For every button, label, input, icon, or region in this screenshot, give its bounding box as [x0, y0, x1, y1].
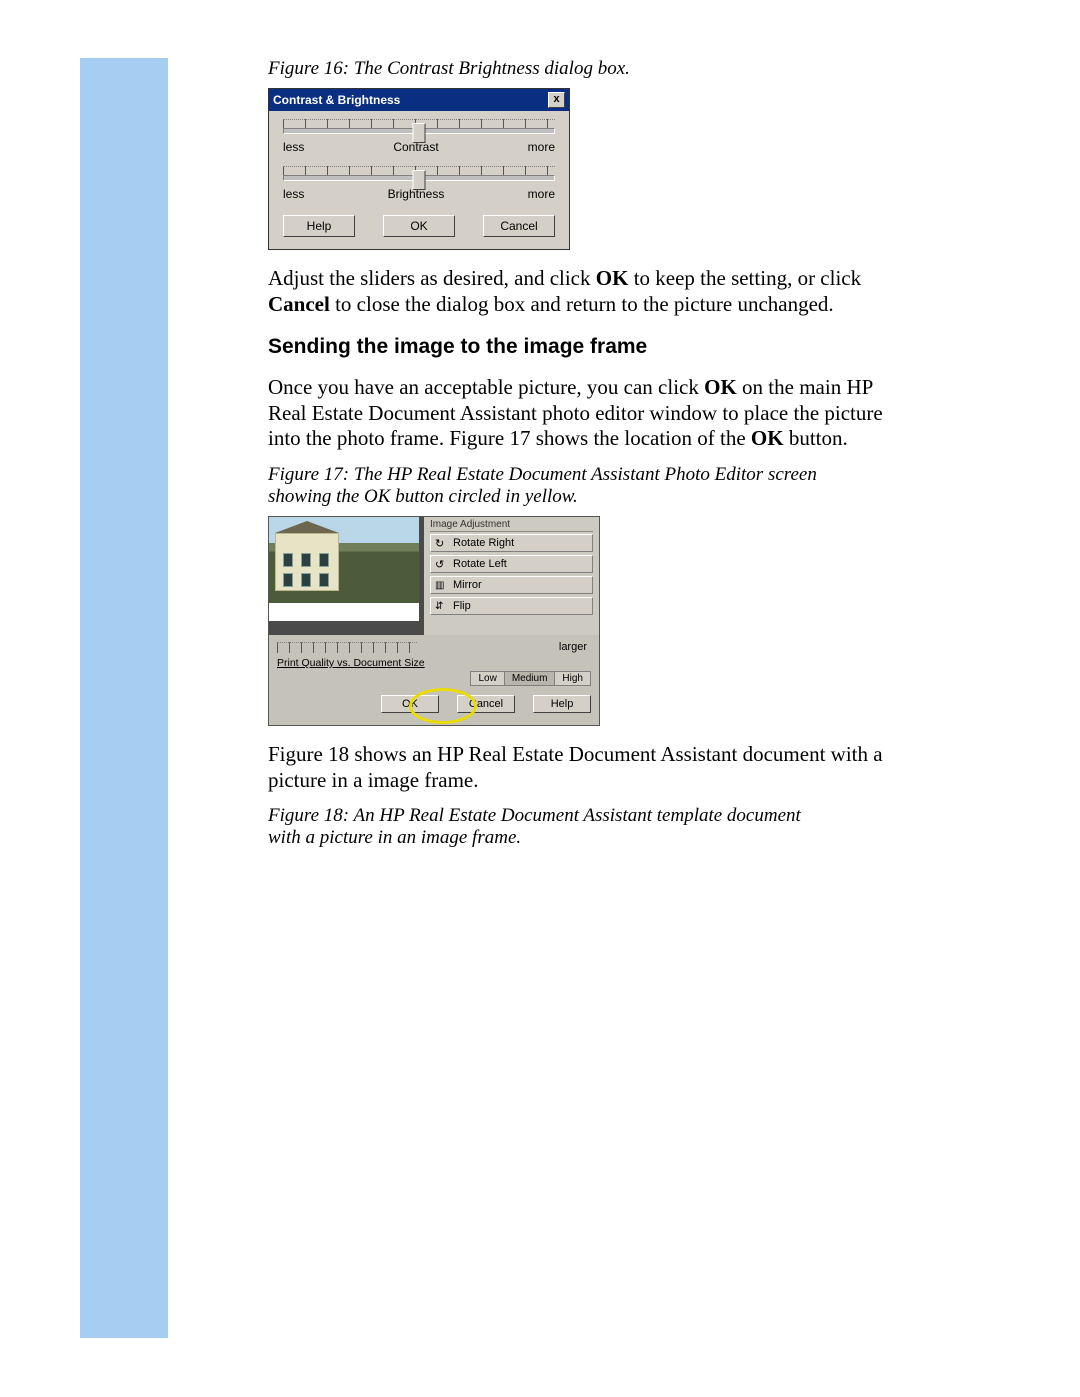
flip-icon — [435, 600, 447, 612]
rotate-right-button[interactable]: Rotate Right — [430, 534, 593, 552]
larger-label: larger — [559, 641, 591, 653]
figure17-caption: Figure 17: The HP Real Estate Document A… — [168, 464, 828, 508]
document-page: Figure 16: The Contrast Brightness dialo… — [0, 0, 1080, 1397]
dialog-button-row: Help OK Cancel — [269, 205, 569, 249]
photo-blank-strip — [269, 603, 419, 621]
paragraph-adjust-sliders: Adjust the sliders as desired, and click… — [168, 266, 888, 317]
paragraph-send-image: Once you have an acceptable picture, you… — [168, 375, 888, 452]
rotate-left-label: Rotate Left — [453, 558, 507, 570]
flip-label: Flip — [453, 600, 471, 612]
cancel-button[interactable]: Cancel — [483, 215, 555, 237]
figure18-caption: Figure 18: An HP Real Estate Document As… — [168, 805, 828, 849]
figure16-caption: Figure 16: The Contrast Brightness dialo… — [168, 58, 888, 80]
mirror-icon — [435, 579, 447, 591]
quality-label: Print Quality vs. Document Size — [277, 657, 591, 669]
contrast-slider-block: less Contrast more — [269, 111, 569, 158]
rotate-right-label: Rotate Right — [453, 537, 514, 549]
contrast-more-label: more — [528, 140, 555, 154]
quality-high[interactable]: High — [555, 672, 590, 685]
quality-segmented[interactable]: Low Medium High — [470, 671, 591, 686]
contrast-thumb[interactable] — [413, 123, 426, 143]
rotate-right-icon — [435, 537, 447, 549]
content-column: Figure 16: The Contrast Brightness dialo… — [168, 58, 888, 857]
editor-cancel-button[interactable]: Cancel — [457, 695, 515, 713]
quality-row: Print Quality vs. Document Size — [269, 655, 599, 671]
quality-medium[interactable]: Medium — [505, 672, 556, 685]
panel-heading: Image Adjustment — [430, 519, 593, 532]
photo-preview-area — [269, 517, 424, 635]
contrast-track[interactable] — [283, 128, 555, 134]
house-photo — [269, 517, 419, 603]
brightness-track[interactable] — [283, 175, 555, 181]
image-adjustment-panel: Image Adjustment Rotate Right Rotate Lef… — [424, 517, 599, 635]
section-heading: Sending the image to the image frame — [168, 335, 888, 359]
mirror-label: Mirror — [453, 579, 482, 591]
editor-help-button[interactable]: Help — [533, 695, 591, 713]
paragraph-figure18-intro: Figure 18 shows an HP Real Estate Docume… — [168, 742, 888, 793]
ok-button[interactable]: OK — [383, 215, 455, 237]
size-slider[interactable] — [277, 642, 417, 653]
rotate-left-icon — [435, 558, 447, 570]
brightness-more-label: more — [528, 187, 555, 201]
quality-low[interactable]: Low — [471, 672, 504, 685]
brightness-less-label: less — [283, 187, 304, 201]
flip-button[interactable]: Flip — [430, 597, 593, 615]
rotate-left-button[interactable]: Rotate Left — [430, 555, 593, 573]
help-button[interactable]: Help — [283, 215, 355, 237]
editor-ok-button[interactable]: OK — [381, 695, 439, 713]
contrast-brightness-dialog: Contrast & Brightness x less Contrast mo… — [268, 88, 570, 250]
photo-editor-screenshot: Image Adjustment Rotate Right Rotate Lef… — [268, 516, 600, 726]
close-icon[interactable]: x — [548, 92, 565, 108]
dialog-title: Contrast & Brightness — [273, 93, 400, 107]
left-margin-bar — [80, 58, 168, 1338]
editor-button-row: OK Cancel Help — [269, 688, 599, 725]
contrast-less-label: less — [283, 140, 304, 154]
brightness-thumb[interactable] — [413, 170, 426, 190]
mirror-button[interactable]: Mirror — [430, 576, 593, 594]
size-slider-row: larger — [269, 635, 599, 655]
brightness-slider-block: less Brightness more — [269, 158, 569, 205]
house-icon — [275, 533, 339, 591]
dialog-titlebar: Contrast & Brightness x — [269, 89, 569, 111]
